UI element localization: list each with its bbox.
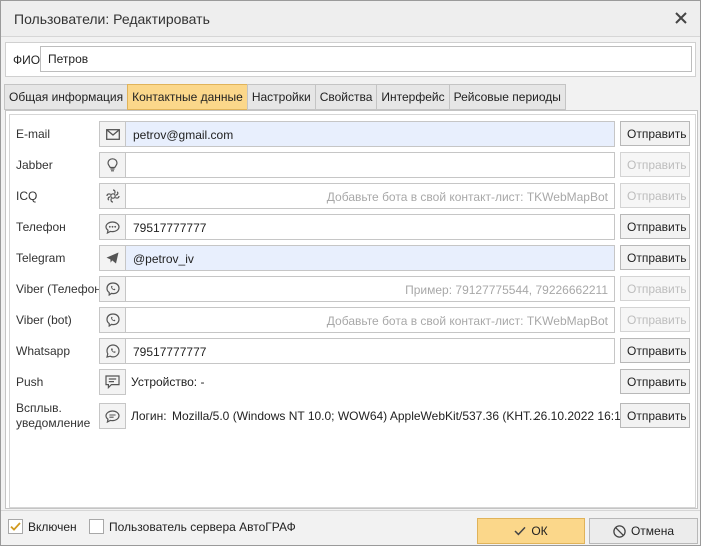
viber-phone-field[interactable]: Пример: 79127775544, 79226662211 xyxy=(125,276,615,302)
icq-field[interactable]: Добавьте бота в свой контакт-лист: TKWeb… xyxy=(125,183,615,209)
tab-settings[interactable]: Настройки xyxy=(246,84,315,110)
viber-phone-placeholder: Пример: 79127775544, 79226662211 xyxy=(405,283,608,297)
phone-field[interactable]: 79517777777 xyxy=(125,214,615,240)
tab-properties[interactable]: Свойства xyxy=(314,84,377,110)
server-user-label: Пользователь сервера АвтоГРАФ xyxy=(109,519,296,534)
ok-button[interactable]: ОК xyxy=(477,518,585,544)
push-device-text: Устройство: - xyxy=(131,375,205,389)
close-button[interactable] xyxy=(672,9,690,27)
telegram-label: Telegram xyxy=(16,251,66,265)
popup-login-label: Логин: xyxy=(131,409,167,423)
cancel-icon xyxy=(613,524,626,538)
envelope-icon xyxy=(99,121,126,147)
viber-phone-send-button[interactable]: Отправить xyxy=(620,276,690,301)
telegram-value: @petrov_iv xyxy=(133,252,194,266)
close-icon xyxy=(675,12,687,24)
contact-data-panel: E-mail petrov@gmail.com Отправить Jabber xyxy=(5,110,698,509)
icq-label: ICQ xyxy=(16,189,38,203)
paper-plane-icon xyxy=(99,245,126,271)
viber-bot-field[interactable]: Добавьте бота в свой контакт-лист: TKWeb… xyxy=(125,307,615,333)
viber-icon xyxy=(99,276,126,302)
fio-label: ФИО xyxy=(13,53,41,67)
lightbulb-icon xyxy=(99,152,126,178)
enabled-checkbox[interactable]: Включен xyxy=(8,519,77,534)
whatsapp-value: 79517777777 xyxy=(133,345,207,359)
viber-bot-send-button[interactable]: Отправить xyxy=(620,307,690,332)
email-value: petrov@gmail.com xyxy=(133,128,234,142)
checkbox-unchecked-icon xyxy=(89,519,104,534)
title-bar: Пользователи: Редактировать xyxy=(1,1,700,37)
contact-row-icq: ICQ Добавьте бота в свой контакт-лист: T… xyxy=(10,183,695,209)
chat-bubble-icon xyxy=(99,403,126,429)
server-user-checkbox[interactable]: Пользователь сервера АвтоГРАФ xyxy=(89,519,296,534)
contact-row-jabber: Jabber Отправить xyxy=(10,152,695,178)
push-label: Push xyxy=(16,375,44,389)
tab-bar: Общая информация Контактные данные Настр… xyxy=(4,84,566,110)
fio-section: ФИО Петров xyxy=(5,42,696,77)
viber-bot-placeholder: Добавьте бота в свой контакт-лист: TKWeb… xyxy=(326,314,608,328)
contact-row-popup: Всплыв. уведомление Логин: Mozilla/5.0 (… xyxy=(10,401,695,431)
jabber-label: Jabber xyxy=(16,158,53,172)
popup-label: Всплыв. уведомление xyxy=(16,401,90,431)
popup-label-line1: Всплыв. xyxy=(16,401,62,415)
contact-row-email: E-mail petrov@gmail.com Отправить xyxy=(10,121,695,147)
dialog-body: ФИО Петров Общая информация Контактные д… xyxy=(1,37,700,510)
tab-trip-periods[interactable]: Рейсовые периоды xyxy=(448,84,566,110)
tab-interface[interactable]: Интерфейс xyxy=(376,84,449,110)
tab-contact-data[interactable]: Контактные данные xyxy=(127,84,247,110)
whatsapp-field[interactable]: 79517777777 xyxy=(125,338,615,364)
viber-bot-label: Viber (bot) xyxy=(16,313,72,327)
contact-list: E-mail petrov@gmail.com Отправить Jabber xyxy=(9,114,696,508)
jabber-send-button[interactable]: Отправить xyxy=(620,152,690,177)
dialog-footer: Включен Пользователь сервера АвтоГРАФ ОК… xyxy=(1,510,700,545)
email-send-button[interactable]: Отправить xyxy=(620,121,690,146)
contact-row-push: Push Устройство: - Отправить xyxy=(10,369,695,395)
user-edit-dialog: Пользователи: Редактировать ФИО Петров О… xyxy=(0,0,701,546)
popup-label-line2: уведомление xyxy=(16,416,91,430)
flower-icon xyxy=(99,183,126,209)
viber-phone-label: Viber (Телефон) xyxy=(16,282,105,296)
telegram-send-button[interactable]: Отправить xyxy=(620,245,690,270)
email-label: E-mail xyxy=(16,127,51,141)
push-send-button[interactable]: Отправить xyxy=(620,369,690,394)
message-square-icon xyxy=(99,369,126,395)
icq-send-button[interactable]: Отправить xyxy=(620,183,690,208)
ok-label: ОК xyxy=(531,524,548,538)
jabber-field[interactable] xyxy=(125,152,615,178)
cancel-button[interactable]: Отмена xyxy=(589,518,698,544)
contact-row-viber-phone: Viber (Телефон) Пример: 79127775544, 792… xyxy=(10,276,695,302)
cancel-label: Отмена xyxy=(630,524,675,538)
contact-row-phone: Телефон 79517777777 Отправить xyxy=(10,214,695,240)
contact-row-telegram: Telegram @petrov_iv Отправить xyxy=(10,245,695,271)
viber-icon xyxy=(99,307,126,333)
window-title: Пользователи: Редактировать xyxy=(14,11,210,27)
whatsapp-icon xyxy=(99,338,126,364)
sms-bubble-icon xyxy=(99,214,126,240)
popup-date: 26.10.2022 16:10 xyxy=(534,409,628,423)
checkmark-icon xyxy=(514,526,526,536)
popup-send-button[interactable]: Отправить xyxy=(620,403,690,428)
phone-value: 79517777777 xyxy=(133,221,207,235)
phone-label: Телефон xyxy=(16,220,66,234)
checkbox-checked-icon xyxy=(8,519,23,534)
popup-login-value: Mozilla/5.0 (Windows NT 10.0; WOW64) App… xyxy=(172,409,540,423)
contact-row-whatsapp: Whatsapp 79517777777 Отправить xyxy=(10,338,695,364)
phone-send-button[interactable]: Отправить xyxy=(620,214,690,239)
contact-row-viber-bot: Viber (bot) Добавьте бота в свой контакт… xyxy=(10,307,695,333)
fio-input[interactable]: Петров xyxy=(40,46,692,72)
enabled-label: Включен xyxy=(28,519,77,534)
telegram-field[interactable]: @petrov_iv xyxy=(125,245,615,271)
email-field[interactable]: petrov@gmail.com xyxy=(125,121,615,147)
whatsapp-label: Whatsapp xyxy=(16,344,71,358)
icq-placeholder: Добавьте бота в свой контакт-лист: TKWeb… xyxy=(326,190,608,204)
whatsapp-send-button[interactable]: Отправить xyxy=(620,338,690,363)
tab-general-info[interactable]: Общая информация xyxy=(4,84,128,110)
